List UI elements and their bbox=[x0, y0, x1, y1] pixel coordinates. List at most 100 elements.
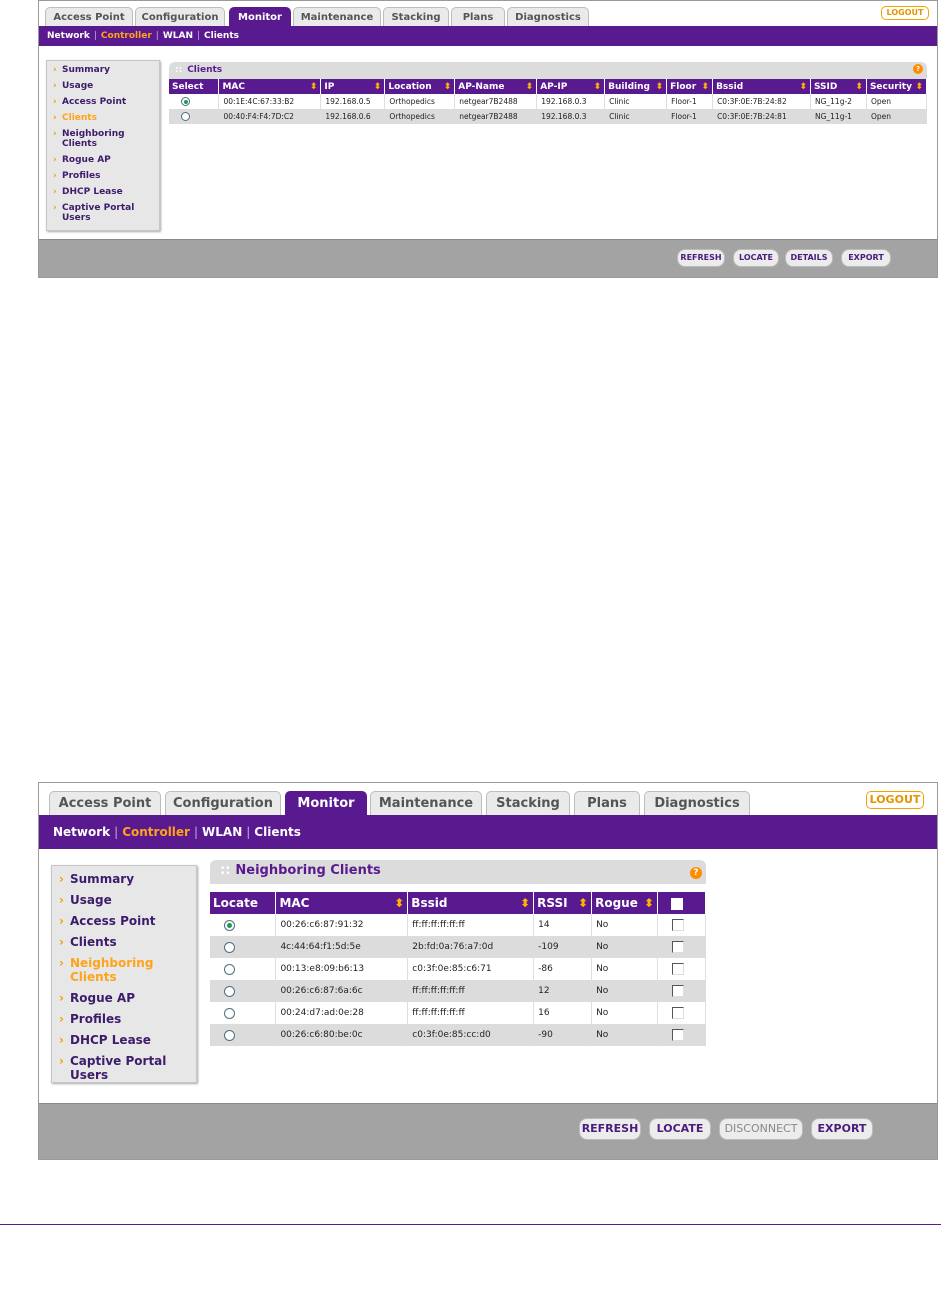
row-radio[interactable] bbox=[224, 941, 235, 953]
table-row[interactable]: 00:26:c6:87:6a:6c ff:ff:ff:ff:ff:ff 12 N… bbox=[210, 980, 706, 1002]
sort-icon[interactable]: ⬍ bbox=[520, 896, 530, 910]
logout-button[interactable]: LOGOUT bbox=[881, 6, 929, 20]
refresh-button[interactable]: REFRESH bbox=[579, 1118, 641, 1140]
subnav-wlan[interactable]: WLAN bbox=[163, 26, 193, 46]
row-checkbox[interactable] bbox=[672, 919, 685, 931]
subnav-network[interactable]: Network bbox=[47, 26, 90, 46]
locate-button[interactable]: LOCATE bbox=[733, 249, 779, 267]
row-checkbox[interactable] bbox=[672, 1007, 685, 1019]
sidebar-item-usage[interactable]: › Usage bbox=[52, 893, 196, 907]
help-circle-icon[interactable]: ? bbox=[913, 64, 923, 74]
column-header-ssid[interactable]: SSID ⬍ bbox=[810, 79, 867, 94]
column-header-bssid[interactable]: Bssid ⬍ bbox=[407, 892, 535, 914]
sidebar-item-dhcp-lease[interactable]: › DHCP Lease bbox=[52, 1033, 196, 1047]
row-radio[interactable] bbox=[181, 112, 190, 122]
tab-access-point[interactable]: Access Point bbox=[49, 791, 161, 816]
row-radio[interactable] bbox=[224, 963, 235, 975]
row-radio-selected[interactable] bbox=[224, 919, 235, 931]
sort-icon[interactable]: ⬍ bbox=[855, 82, 863, 92]
column-header-rssi[interactable]: RSSI ⬍ bbox=[533, 892, 593, 914]
sidebar-item-usage[interactable]: › Usage bbox=[47, 81, 159, 91]
sidebar-item-rogue-ap[interactable]: › Rogue AP bbox=[52, 991, 196, 1005]
row-radio-selected[interactable] bbox=[181, 97, 190, 107]
sidebar-item-dhcp-lease[interactable]: › DHCP Lease bbox=[47, 187, 159, 197]
subnav-clients[interactable]: Clients bbox=[204, 26, 239, 46]
tab-stacking[interactable]: Stacking bbox=[383, 7, 449, 27]
sort-icon[interactable]: ⬍ bbox=[702, 82, 710, 92]
column-header-ap-ip[interactable]: AP-IP ⬍ bbox=[536, 79, 606, 94]
sidebar-item-captive-portal-users[interactable]: › Captive Portal Users bbox=[47, 203, 159, 223]
sidebar-item-clients[interactable]: › Clients bbox=[52, 935, 196, 949]
sidebar-item-summary[interactable]: › Summary bbox=[52, 872, 196, 886]
sort-icon[interactable]: ⬍ bbox=[394, 896, 404, 910]
sidebar-item-neighboring-clients[interactable]: › Neighboring Clients bbox=[52, 956, 196, 984]
subnav-clients[interactable]: Clients bbox=[254, 815, 301, 849]
table-row[interactable]: 00:40:F4:F4:7D:C2 192.168.0.6 Orthopedic… bbox=[169, 109, 928, 124]
table-row[interactable]: 00:26:c6:80:be:0c c0:3f:0e:85:cc:d0 -90 … bbox=[210, 1024, 706, 1046]
tab-maintenance[interactable]: Maintenance bbox=[370, 791, 482, 816]
column-header-bssid[interactable]: Bssid ⬍ bbox=[712, 79, 811, 94]
locate-button[interactable]: LOCATE bbox=[649, 1118, 711, 1140]
refresh-button[interactable]: REFRESH bbox=[677, 249, 725, 267]
sidebar-item-access-point[interactable]: › Access Point bbox=[47, 97, 159, 107]
sidebar-item-access-point[interactable]: › Access Point bbox=[52, 914, 196, 928]
row-checkbox[interactable] bbox=[672, 985, 685, 997]
table-row[interactable]: 00:24:d7:ad:0e:28 ff:ff:ff:ff:ff:ff 16 N… bbox=[210, 1002, 706, 1024]
column-header-floor[interactable]: Floor ⬍ bbox=[666, 79, 714, 94]
tab-stacking[interactable]: Stacking bbox=[486, 791, 570, 816]
tab-plans[interactable]: Plans bbox=[451, 7, 505, 27]
sort-icon[interactable]: ⬍ bbox=[644, 896, 654, 910]
tab-monitor[interactable]: Monitor bbox=[229, 7, 291, 27]
sort-icon[interactable]: ⬍ bbox=[799, 82, 807, 92]
column-header-location[interactable]: Location ⬍ bbox=[384, 79, 456, 94]
export-button[interactable]: EXPORT bbox=[841, 249, 891, 267]
subnav-network[interactable]: Network bbox=[53, 815, 110, 849]
subnav-controller[interactable]: Controller bbox=[122, 815, 190, 849]
tab-diagnostics[interactable]: Diagnostics bbox=[644, 791, 750, 816]
column-header-security[interactable]: Security ⬍ bbox=[866, 79, 928, 94]
sort-icon[interactable]: ⬍ bbox=[578, 896, 588, 910]
sort-icon[interactable]: ⬍ bbox=[594, 82, 602, 92]
table-row[interactable]: 00:13:e8:09:b6:13 c0:3f:0e:85:c6:71 -86 … bbox=[210, 958, 706, 980]
row-checkbox[interactable] bbox=[672, 963, 685, 975]
row-radio[interactable] bbox=[224, 1007, 235, 1019]
tab-diagnostics[interactable]: Diagnostics bbox=[507, 7, 589, 27]
sort-icon[interactable]: ⬍ bbox=[444, 82, 452, 92]
tab-configuration[interactable]: Configuration bbox=[135, 7, 225, 27]
column-header-building[interactable]: Building ⬍ bbox=[604, 79, 668, 94]
column-header-mac[interactable]: MAC ⬍ bbox=[275, 892, 409, 914]
tab-configuration[interactable]: Configuration bbox=[165, 791, 281, 816]
subnav-controller[interactable]: Controller bbox=[101, 26, 152, 46]
table-row[interactable]: 00:26:c6:87:91:32 ff:ff:ff:ff:ff:ff 14 N… bbox=[210, 914, 706, 936]
sort-icon[interactable]: ⬍ bbox=[656, 82, 664, 92]
table-row[interactable]: 00:1E:4C:67:33:B2 192.168.0.5 Orthopedic… bbox=[169, 94, 928, 109]
sidebar-item-summary[interactable]: › Summary bbox=[47, 65, 159, 75]
export-button[interactable]: EXPORT bbox=[811, 1118, 873, 1140]
sidebar-item-neighboring-clients[interactable]: › Neighboring Clients bbox=[47, 129, 159, 149]
sort-icon[interactable]: ⬍ bbox=[310, 82, 318, 92]
disconnect-button[interactable]: DISCONNECT bbox=[719, 1118, 803, 1140]
help-circle-icon[interactable]: ? bbox=[690, 867, 702, 879]
logout-button[interactable]: LOGOUT bbox=[866, 791, 924, 809]
column-header-ap-name[interactable]: AP-Name ⬍ bbox=[454, 79, 538, 94]
row-checkbox[interactable] bbox=[672, 1029, 685, 1041]
sort-icon[interactable]: ⬍ bbox=[915, 82, 923, 92]
row-radio[interactable] bbox=[224, 985, 235, 997]
table-row[interactable]: 4c:44:64:f1:5d:5e 2b:fd:0a:76:a7:0d -109… bbox=[210, 936, 706, 958]
tab-maintenance[interactable]: Maintenance bbox=[293, 7, 381, 27]
sidebar-item-profiles[interactable]: › Profiles bbox=[52, 1012, 196, 1026]
sidebar-item-captive-portal-users[interactable]: › Captive Portal Users bbox=[52, 1054, 196, 1082]
column-header-ip[interactable]: IP ⬍ bbox=[320, 79, 386, 94]
sidebar-item-rogue-ap[interactable]: › Rogue AP bbox=[47, 155, 159, 165]
select-all-checkbox[interactable] bbox=[671, 897, 684, 910]
tab-access-point[interactable]: Access Point bbox=[45, 7, 133, 27]
details-button[interactable]: DETAILS bbox=[785, 249, 833, 267]
column-header-mac[interactable]: MAC ⬍ bbox=[218, 79, 322, 94]
column-header-rogue[interactable]: Rogue ⬍ bbox=[591, 892, 659, 914]
sort-icon[interactable]: ⬍ bbox=[526, 82, 534, 92]
tab-plans[interactable]: Plans bbox=[574, 791, 640, 816]
sidebar-item-clients[interactable]: › Clients bbox=[47, 113, 159, 123]
sidebar-item-profiles[interactable]: › Profiles bbox=[47, 171, 159, 181]
tab-monitor[interactable]: Monitor bbox=[285, 791, 367, 816]
row-radio[interactable] bbox=[224, 1029, 235, 1041]
